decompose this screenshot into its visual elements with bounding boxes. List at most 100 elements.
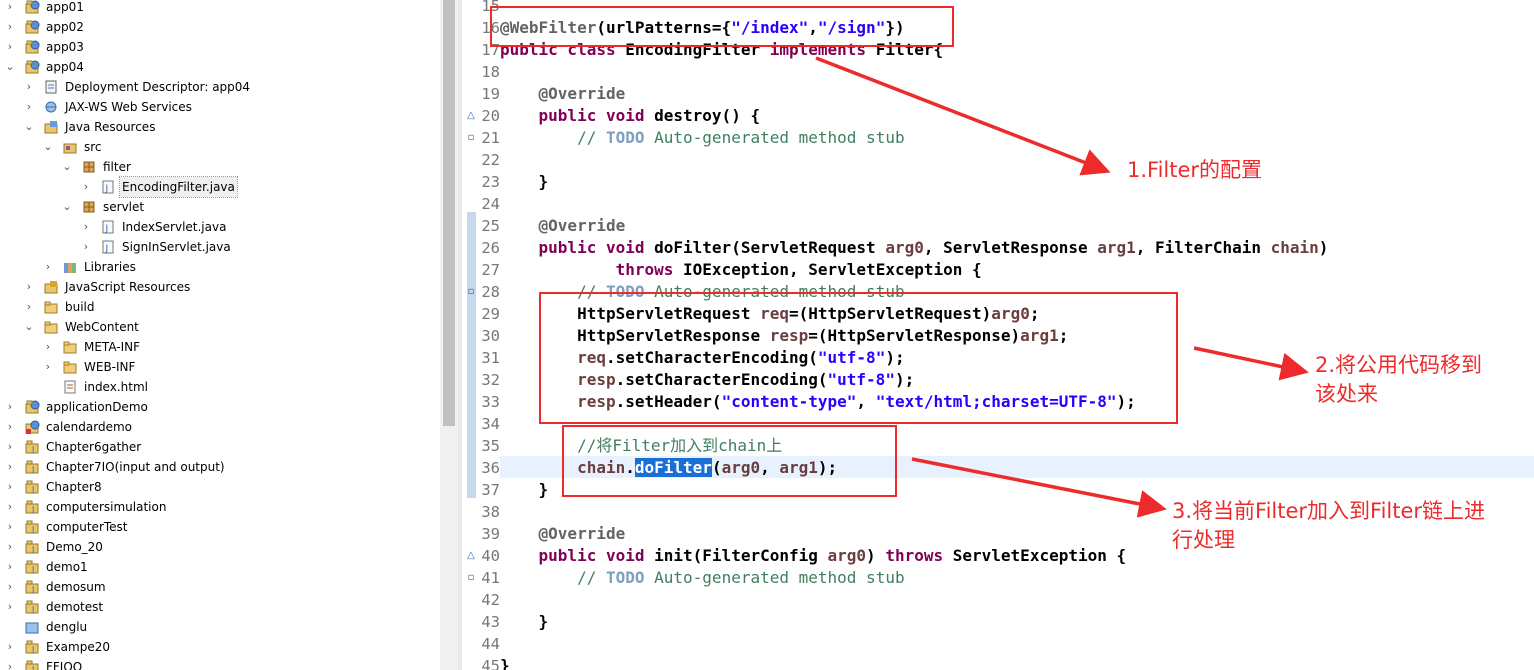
- chevron-down-icon[interactable]: ⌄: [23, 317, 35, 337]
- chevron-right-icon[interactable]: ›: [42, 357, 54, 377]
- tree-item[interactable]: ⌄ src: [0, 137, 440, 157]
- source-folder-icon: [63, 140, 78, 154]
- tree-item[interactable]: › app03: [0, 37, 440, 57]
- override-marker-icon[interactable]: △: [466, 105, 476, 127]
- tree-item-label: servlet: [103, 200, 145, 214]
- tree-item[interactable]: › WEB-INF: [0, 357, 440, 377]
- task-marker-icon[interactable]: ▫: [466, 281, 476, 303]
- code-line[interactable]: throws IOException, ServletException {: [500, 259, 982, 281]
- code-line[interactable]: }: [500, 655, 510, 670]
- code-line[interactable]: @Override: [500, 215, 626, 237]
- task-marker-icon[interactable]: ▫: [466, 567, 476, 589]
- svg-text:J: J: [31, 665, 34, 670]
- tree-item-label: src: [84, 140, 102, 154]
- tree-item[interactable]: › JAX-WS Web Services: [0, 97, 440, 117]
- svg-text:J: J: [31, 605, 34, 614]
- tree-item[interactable]: › J Chapter6gather: [0, 437, 440, 457]
- tree-item[interactable]: › J Demo_20: [0, 537, 440, 557]
- chevron-right-icon[interactable]: ›: [4, 597, 16, 617]
- java-project-icon: J: [25, 460, 40, 474]
- chevron-right-icon[interactable]: ›: [4, 437, 16, 457]
- code-line[interactable]: @Override: [500, 523, 626, 545]
- chevron-down-icon[interactable]: ⌄: [61, 157, 73, 177]
- chevron-down-icon[interactable]: ⌄: [61, 197, 73, 217]
- tree-item[interactable]: › app01: [0, 0, 440, 17]
- tree-item[interactable]: › J SignInServlet.java: [0, 237, 440, 257]
- tree-item[interactable]: › JcomputerTest: [0, 517, 440, 537]
- code-line[interactable]: public void doFilter(ServletRequest arg0…: [500, 237, 1329, 259]
- tree-item[interactable]: › Jdemo1: [0, 557, 440, 577]
- chevron-right-icon[interactable]: ›: [4, 477, 16, 497]
- explorer-scrollbar[interactable]: [440, 0, 458, 670]
- tree-item[interactable]: › Jdemosum: [0, 577, 440, 597]
- chevron-down-icon[interactable]: ⌄: [23, 117, 35, 137]
- code-line[interactable]: // TODO Auto-generated method stub: [500, 127, 905, 149]
- chevron-right-icon[interactable]: ›: [4, 397, 16, 417]
- chevron-right-icon[interactable]: ›: [80, 237, 92, 257]
- tree-item[interactable]: ⌄ filter: [0, 157, 440, 177]
- chevron-right-icon[interactable]: ›: [4, 657, 16, 670]
- chevron-right-icon[interactable]: ›: [23, 97, 35, 117]
- tree-item[interactable]: ⌄ app04: [0, 57, 440, 77]
- tree-item[interactable]: › J FFIOO: [0, 657, 440, 670]
- code-line[interactable]: @Override: [500, 83, 626, 105]
- chevron-right-icon[interactable]: ›: [4, 457, 16, 477]
- chevron-down-icon[interactable]: ⌄: [42, 137, 54, 157]
- tree-item[interactable]: › JavaScript Resources: [0, 277, 440, 297]
- tree-item[interactable]: › Jdemotest: [0, 597, 440, 617]
- chevron-right-icon[interactable]: ›: [80, 217, 92, 237]
- chevron-right-icon[interactable]: ›: [4, 17, 16, 37]
- code-line[interactable]: }: [500, 479, 549, 501]
- chevron-right-icon[interactable]: ›: [4, 557, 16, 577]
- tree-item[interactable]: ⌄ Java Resources: [0, 117, 440, 137]
- chevron-right-icon[interactable]: ›: [42, 337, 54, 357]
- tree-item[interactable]: › Jcomputersimulation: [0, 497, 440, 517]
- tree-item[interactable]: index.html: [0, 377, 440, 397]
- line-number: 44: [481, 635, 500, 653]
- task-marker-icon[interactable]: ▫: [466, 127, 476, 149]
- tree-item[interactable]: › J EncodingFilter.java: [0, 176, 440, 198]
- code-line[interactable]: }: [500, 611, 549, 633]
- code-line[interactable]: }: [500, 171, 549, 193]
- chevron-down-icon[interactable]: ⌄: [4, 57, 16, 77]
- code-token: public void: [538, 106, 655, 125]
- chevron-right-icon[interactable]: ›: [4, 517, 16, 537]
- chevron-right-icon[interactable]: ›: [4, 37, 16, 57]
- code-token: }: [500, 656, 510, 670]
- tree-item[interactable]: › J Chapter8: [0, 477, 440, 497]
- chevron-right-icon[interactable]: ›: [23, 77, 35, 97]
- chevron-right-icon[interactable]: ›: [23, 297, 35, 317]
- svg-text:J: J: [105, 184, 109, 194]
- tree-item[interactable]: › J Chapter7IO(input and output): [0, 457, 440, 477]
- chevron-right-icon[interactable]: ›: [4, 537, 16, 557]
- project-explorer: › app01 › app02 › app03 ⌄ app04 › Deployment Desc…: [0, 0, 440, 670]
- chevron-right-icon[interactable]: ›: [23, 277, 35, 297]
- tree-item[interactable]: › Libraries: [0, 257, 440, 277]
- tree-item[interactable]: denglu: [0, 617, 440, 637]
- chevron-right-icon[interactable]: ›: [42, 257, 54, 277]
- chevron-right-icon[interactable]: ›: [4, 497, 16, 517]
- tree-item[interactable]: › build: [0, 297, 440, 317]
- tree-item-label: IndexServlet.java: [122, 220, 227, 234]
- chevron-right-icon[interactable]: ›: [4, 637, 16, 657]
- chevron-right-icon[interactable]: ›: [4, 0, 16, 17]
- tree-item[interactable]: › META-INF: [0, 337, 440, 357]
- override-marker-icon[interactable]: △: [466, 545, 476, 567]
- javascript-resources-icon: [44, 280, 59, 294]
- tree-item[interactable]: › applicationDemo: [0, 397, 440, 417]
- tree-item[interactable]: › Deployment Descriptor: app04: [0, 77, 440, 97]
- chevron-right-icon[interactable]: ›: [80, 177, 92, 197]
- chevron-right-icon[interactable]: ›: [4, 417, 16, 437]
- tree-item[interactable]: › J IndexServlet.java: [0, 217, 440, 237]
- tree-item[interactable]: › app02: [0, 17, 440, 37]
- tree-item[interactable]: › calendardemo: [0, 417, 440, 437]
- code-line[interactable]: // TODO Auto-generated method stub: [500, 567, 905, 589]
- code-line[interactable]: public void init(FilterConfig arg0) thro…: [500, 545, 1127, 567]
- code-line[interactable]: public void destroy() {: [500, 105, 761, 127]
- tree-item[interactable]: › J Exampe20: [0, 637, 440, 657]
- tree-item[interactable]: ⌄ servlet: [0, 197, 440, 217]
- chevron-right-icon[interactable]: ›: [4, 577, 16, 597]
- explorer-scrollbar-thumb[interactable]: [443, 0, 455, 426]
- tree-item[interactable]: ⌄ WebContent: [0, 317, 440, 337]
- annotation-box-chain: [562, 425, 897, 497]
